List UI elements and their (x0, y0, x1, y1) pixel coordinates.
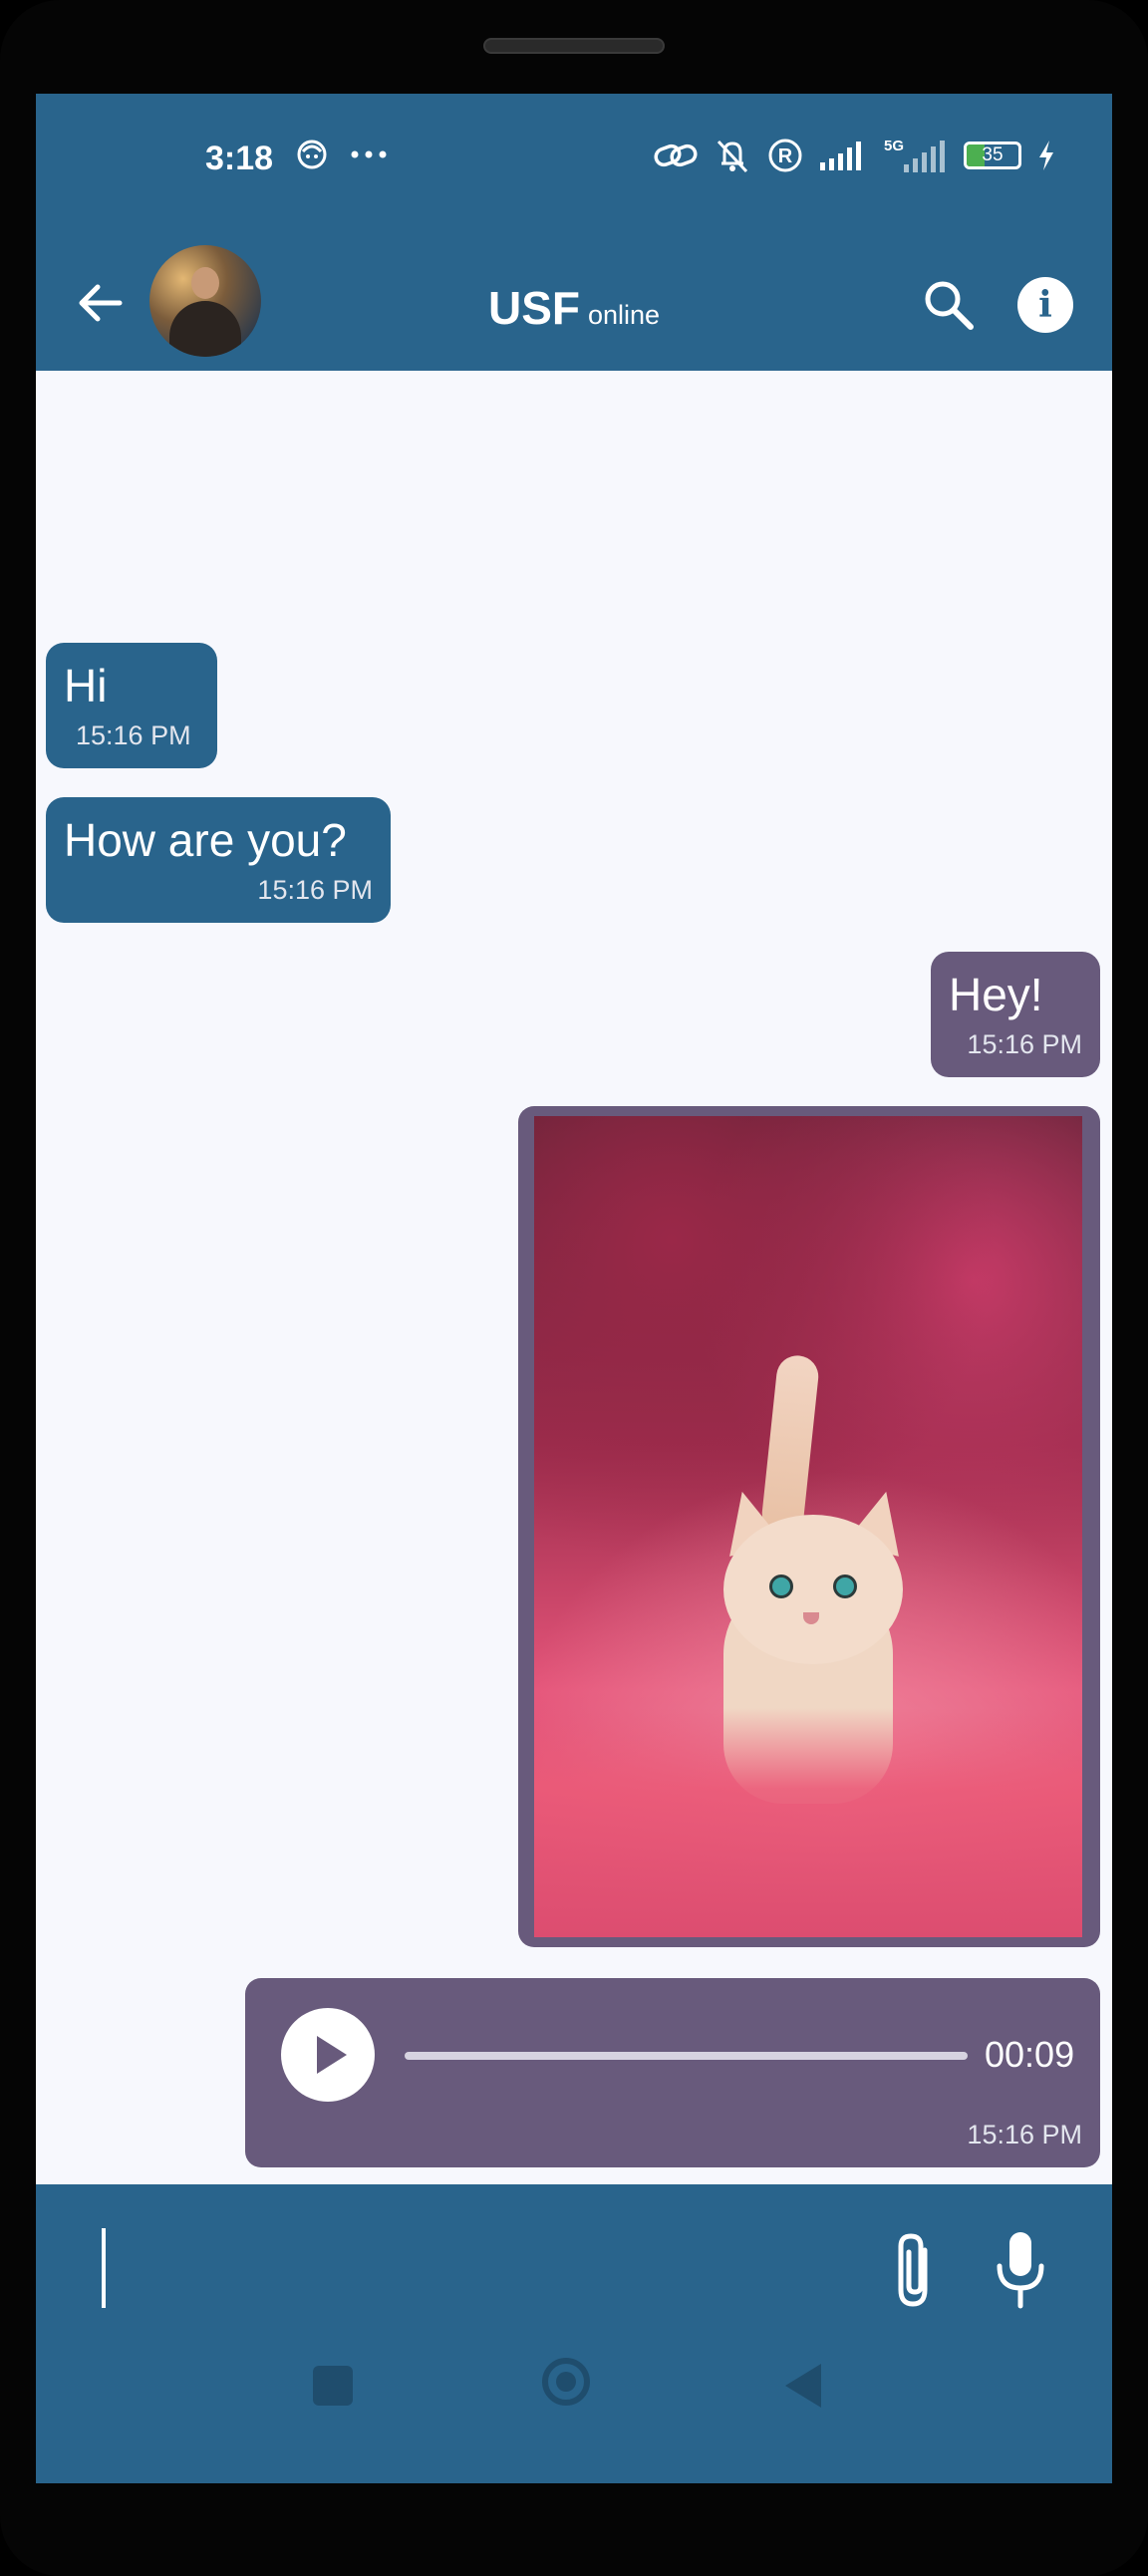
screen: 3:18 R 5G 35 USF online i Hi 15:16 PM Ho… (36, 94, 1112, 2483)
kitten-photo[interactable] (534, 1116, 1082, 1937)
avatar-head (191, 267, 219, 299)
status-right-icons: R 5G 35 (653, 136, 1057, 175)
link-icon (654, 143, 698, 167)
kitten-left-eye (769, 1574, 793, 1598)
message-time: 15:16 PM (967, 1029, 1082, 1059)
text-caret (102, 2228, 106, 2308)
home-button[interactable] (542, 2358, 590, 2406)
contact-title[interactable]: USF online (488, 281, 660, 335)
bell-off-icon (717, 140, 748, 173)
message-bubble-outgoing[interactable]: Hey! 15:16 PM (931, 952, 1100, 1077)
phone-device: 3:18 R 5G 35 USF online i Hi 15:16 PM Ho… (0, 0, 1148, 2576)
message-bubble-incoming[interactable]: How are you? 15:16 PM (46, 797, 391, 923)
play-button[interactable] (281, 2008, 375, 2102)
status-bar: 3:18 R 5G 35 (36, 94, 1112, 233)
message-text: Hey! (949, 969, 1043, 1020)
message-time: 15:16 PM (257, 875, 373, 905)
audio-seekbar[interactable] (405, 2052, 968, 2060)
info-icon[interactable]: i (1017, 277, 1073, 333)
battery-level: 35 (982, 144, 1004, 165)
earpiece-speaker (483, 38, 665, 54)
svg-text:R: R (778, 145, 793, 167)
contact-status: online (588, 300, 661, 330)
back-arrow-icon[interactable] (74, 277, 126, 329)
kitten-grass (534, 1708, 1082, 1937)
more-dots-icon (351, 150, 387, 158)
message-bubble-incoming[interactable]: Hi 15:16 PM (46, 643, 217, 768)
message-time: 15:16 PM (967, 2120, 1082, 2149)
face-icon (297, 140, 327, 169)
play-icon (317, 2036, 347, 2074)
system-back-button[interactable] (785, 2364, 821, 2408)
chat-header: USF online i (36, 233, 1112, 371)
svg-text:5G: 5G (884, 138, 904, 154)
search-icon[interactable] (921, 277, 977, 333)
battery-icon: 35 (964, 142, 1021, 169)
message-input[interactable] (76, 2214, 857, 2326)
kitten-right-eye (833, 1574, 857, 1598)
message-text: How are you? (64, 814, 347, 866)
mic-icon[interactable] (991, 2228, 1050, 2312)
charging-icon (1039, 141, 1053, 170)
audio-duration: 00:09 (985, 2034, 1075, 2075)
registered-icon: R (768, 139, 802, 172)
attach-icon[interactable] (885, 2228, 945, 2312)
avatar[interactable] (149, 245, 261, 357)
status-time: 3:18 (205, 140, 274, 177)
contact-name: USF (488, 282, 580, 334)
image-message[interactable] (518, 1106, 1100, 1947)
signal-icon (820, 142, 861, 170)
audio-message: 00:09 15:16 PM (245, 1978, 1100, 2167)
kitten-head (723, 1515, 903, 1664)
signal-5g-icon: 5G (884, 138, 945, 172)
message-text: Hi (64, 660, 108, 712)
message-time: 15:16 PM (76, 720, 191, 750)
status-left-icons (295, 138, 389, 171)
avatar-body (169, 301, 241, 357)
recents-button[interactable] (313, 2366, 353, 2406)
system-navigation-bar (36, 2320, 1112, 2483)
